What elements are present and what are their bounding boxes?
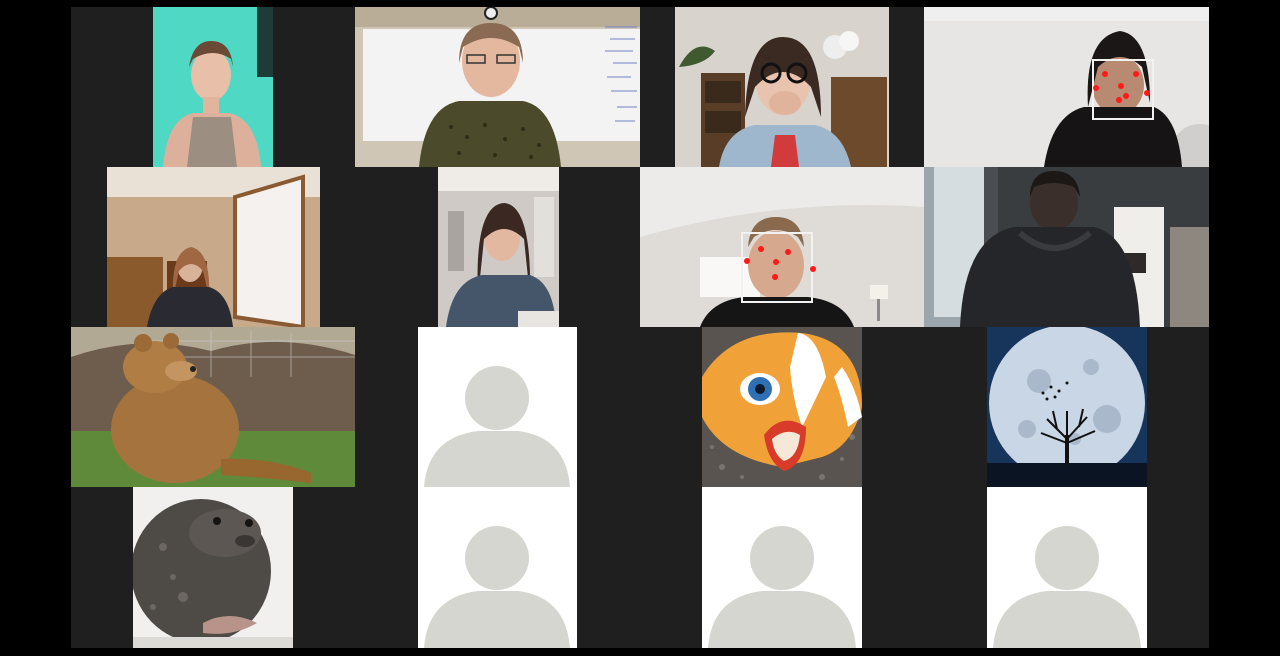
- face-landmark-dot: [1116, 97, 1122, 103]
- participant-tile-16[interactable]: [987, 487, 1147, 648]
- face-landmark-dot: [1118, 83, 1124, 89]
- face-landmark-dot: [744, 258, 750, 264]
- participant-tile-14[interactable]: [418, 487, 577, 648]
- face-landmark-dot: [1093, 85, 1099, 91]
- girl-face-tracking-icon: [924, 7, 1209, 167]
- participant-tile-4[interactable]: [924, 7, 1209, 167]
- face-landmark-dot: [1133, 71, 1139, 77]
- full-moon-tree-icon: [987, 327, 1147, 487]
- participant-tile-5[interactable]: [107, 167, 320, 327]
- face-landmark-dot: [810, 266, 816, 272]
- participant-tile-9[interactable]: [71, 327, 355, 487]
- person-silhouette-icon: [418, 327, 577, 487]
- face-landmark-dot: [1123, 93, 1129, 99]
- participant-tile-11[interactable]: [702, 327, 862, 487]
- teacher-whiteboard-icon: [355, 7, 640, 167]
- boy-hoodie-window-icon: [924, 167, 1209, 327]
- face-landmark-dot: [1144, 90, 1150, 96]
- face-tracking-box: [741, 232, 813, 303]
- participant-tile-1[interactable]: [153, 7, 273, 167]
- participant-tile-12[interactable]: [987, 327, 1147, 487]
- participant-tile-6[interactable]: [438, 167, 559, 327]
- person-silhouette-icon: [987, 487, 1147, 648]
- bear-sitting-icon: [71, 327, 355, 487]
- face-landmark-dot: [773, 259, 779, 265]
- video-gallery: [71, 7, 1209, 648]
- participant-tile-15[interactable]: [702, 487, 862, 648]
- girl-writing-icon: [438, 167, 559, 327]
- clownfish-plush-icon: [702, 327, 862, 487]
- face-landmark-dot: [785, 249, 791, 255]
- person-silhouette-icon: [418, 487, 577, 648]
- person-silhouette-icon: [702, 487, 862, 648]
- girl-teal-wall-icon: [153, 7, 273, 167]
- participant-tile-8[interactable]: [924, 167, 1209, 327]
- face-landmark-dot: [758, 246, 764, 252]
- face-landmark-dot: [1102, 71, 1108, 77]
- girl-glasses-bookshelf-icon: [675, 7, 889, 167]
- girl-bedroom-window-icon: [107, 167, 320, 327]
- participant-tile-2[interactable]: [355, 7, 640, 167]
- participant-tile-10[interactable]: [418, 327, 577, 487]
- participant-tile-7[interactable]: [640, 167, 924, 327]
- face-landmark-dot: [772, 274, 778, 280]
- participant-tile-13[interactable]: [133, 487, 293, 648]
- participant-tile-3[interactable]: [675, 7, 889, 167]
- seal-icon: [133, 487, 293, 648]
